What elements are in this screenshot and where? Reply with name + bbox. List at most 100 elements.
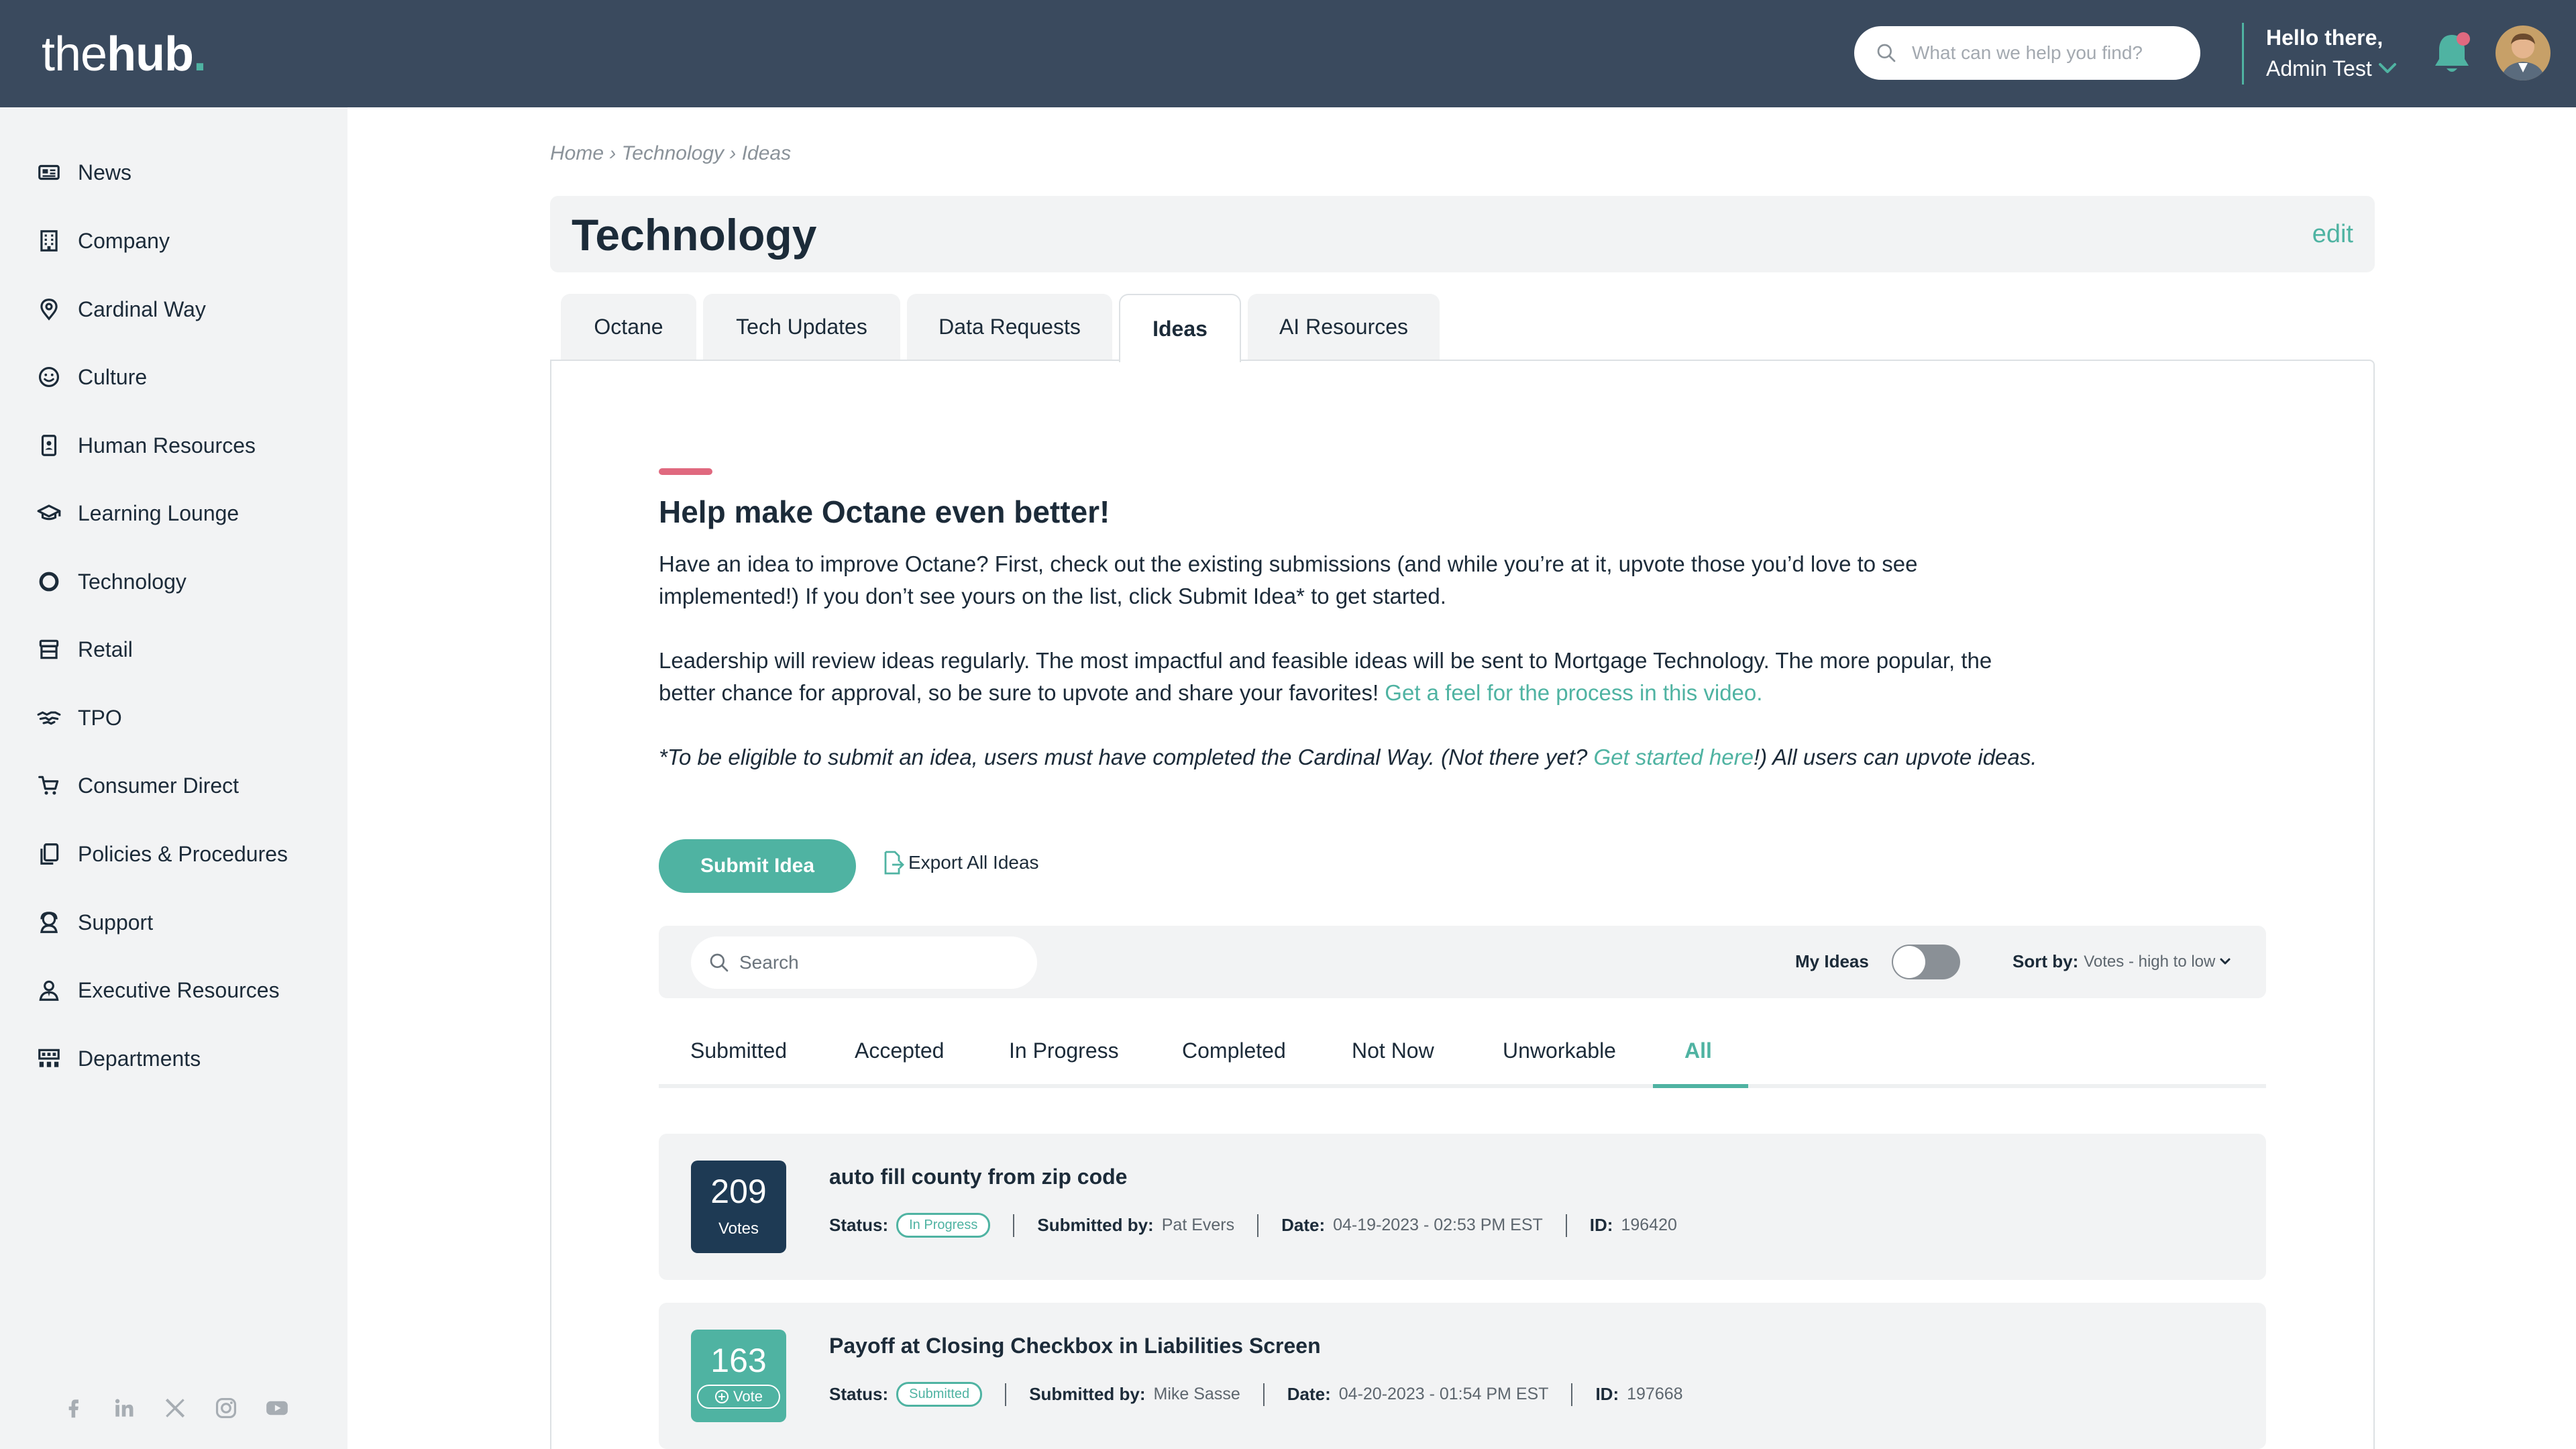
idea-meta: Status: Submitted Submitted by: Mike Sas… xyxy=(829,1382,1683,1407)
date-label: Date: xyxy=(1281,1215,1326,1235)
status-badge: Submitted xyxy=(896,1382,983,1407)
status-tab-submitted[interactable]: Submitted xyxy=(690,1038,787,1063)
linkedin-icon[interactable] xyxy=(111,1395,137,1421)
user-name: Admin Test xyxy=(2266,56,2372,80)
chevron-down-icon xyxy=(2378,63,2396,73)
sidebar-item-tpo[interactable]: TPO xyxy=(36,698,122,738)
id-label: ID: xyxy=(1589,1215,1613,1235)
status-label: Status: xyxy=(829,1384,889,1404)
user-greeting[interactable]: Hello there, Admin Test xyxy=(2266,23,2398,85)
ideas-search[interactable] xyxy=(691,936,1037,989)
sidebar-item-culture[interactable]: Culture xyxy=(36,357,147,397)
newspaper-icon xyxy=(38,164,60,180)
edit-link[interactable]: edit xyxy=(2312,220,2353,249)
tab-data-requests[interactable]: Data Requests xyxy=(907,294,1112,360)
idea-title[interactable]: Payoff at Closing Checkbox in Liabilitie… xyxy=(829,1334,1321,1358)
get-started-link[interactable]: Get started here xyxy=(1593,745,1753,769)
sidebar-item-retail[interactable]: Retail xyxy=(36,629,133,669)
id-label: ID: xyxy=(1595,1384,1619,1404)
support-agent-icon xyxy=(40,912,58,933)
meta-divider xyxy=(1005,1383,1007,1406)
ideas-search-input[interactable] xyxy=(739,952,1021,973)
toggle-knob xyxy=(1893,946,1925,978)
sidebar-item-news[interactable]: News xyxy=(36,152,131,193)
export-file-icon xyxy=(884,851,904,875)
vote-label: Vote xyxy=(733,1388,763,1405)
sidebar-item-technology[interactable]: Technology xyxy=(36,561,186,602)
intro-paragraph-1: Have an idea to improve Octane? First, c… xyxy=(659,551,1918,608)
vote-button[interactable]: 163 Vote xyxy=(691,1330,786,1422)
graduation-cap-icon xyxy=(37,504,61,521)
sort-dropdown[interactable]: Sort by: Votes - high to low xyxy=(2012,951,2231,972)
plus-circle-icon xyxy=(714,1390,729,1403)
meta-divider xyxy=(1565,1214,1567,1237)
sidebar-item-label: Technology xyxy=(78,569,186,594)
id-value: 196420 xyxy=(1621,1216,1677,1234)
meta-divider xyxy=(1013,1214,1015,1237)
export-all-ideas-link[interactable]: Export All Ideas xyxy=(883,851,1039,875)
social-links xyxy=(60,1395,290,1421)
sidebar-item-executive-resources[interactable]: Executive Resources xyxy=(36,970,280,1010)
search-icon xyxy=(1877,44,1896,62)
breadcrumb[interactable]: Home › Technology › Ideas xyxy=(550,142,791,165)
notifications-bell-icon[interactable] xyxy=(2430,30,2474,78)
status-tabs-baseline xyxy=(659,1084,2266,1088)
logo-text-the: the xyxy=(42,28,107,81)
top-header: thehub. Hello there, Admin Test xyxy=(0,0,2576,107)
user-avatar[interactable] xyxy=(2496,25,2551,80)
global-search[interactable] xyxy=(1854,26,2200,80)
status-tab-unworkable[interactable]: Unworkable xyxy=(1503,1038,1616,1063)
idea-title[interactable]: auto fill county from zip code xyxy=(829,1165,1127,1189)
sidebar-item-label: Learning Lounge xyxy=(78,500,239,525)
sidebar-item-policies-procedures[interactable]: Policies & Procedures xyxy=(36,834,288,874)
vote-pill[interactable]: Vote xyxy=(697,1385,780,1409)
sidebar-item-cardinal-way[interactable]: Cardinal Way xyxy=(36,289,206,329)
tab-ideas[interactable]: Ideas xyxy=(1119,294,1241,362)
id-badge-icon xyxy=(41,435,57,456)
sidebar-item-learning-lounge[interactable]: Learning Lounge xyxy=(36,493,239,533)
map-pin-icon xyxy=(40,299,58,321)
vote-count-button[interactable]: 209 Votes xyxy=(691,1161,786,1253)
filter-bar: My Ideas Sort by: Votes - high to low xyxy=(659,926,2266,998)
sidebar-item-label: Executive Resources xyxy=(78,977,280,1002)
vote-label: Votes xyxy=(718,1220,759,1238)
cart-icon xyxy=(38,775,59,795)
submitted-by-value: Pat Evers xyxy=(1161,1216,1235,1234)
process-video-link[interactable]: Get a feel for the process in this video… xyxy=(1385,680,1762,705)
sort-value: Votes - high to low xyxy=(2084,952,2216,971)
submit-idea-button[interactable]: Submit Idea xyxy=(659,839,856,893)
tab-ai-resources[interactable]: AI Resources xyxy=(1248,294,1440,360)
sidebar-item-company[interactable]: Company xyxy=(36,221,170,261)
status-tab-accepted[interactable]: Accepted xyxy=(855,1038,944,1063)
user-menu-toggle[interactable]: Admin Test xyxy=(2266,52,2398,85)
youtube-icon[interactable] xyxy=(264,1395,290,1421)
instagram-icon[interactable] xyxy=(213,1395,239,1421)
status-tab-all[interactable]: All xyxy=(1684,1038,1712,1063)
sidebar-item-label: TPO xyxy=(78,705,122,730)
facebook-icon[interactable] xyxy=(60,1395,86,1421)
logo-dot: . xyxy=(193,28,207,81)
submitted-by-label: Submitted by: xyxy=(1037,1215,1154,1235)
sidebar-item-consumer-direct[interactable]: Consumer Direct xyxy=(36,765,239,806)
global-search-input[interactable] xyxy=(1912,42,2180,64)
greeting-text: Hello there, xyxy=(2266,25,2383,50)
my-ideas-toggle[interactable] xyxy=(1892,945,1960,979)
grid-people-icon xyxy=(38,1049,60,1067)
sidebar-item-support[interactable]: Support xyxy=(36,902,153,943)
my-ideas-label: My Ideas xyxy=(1795,951,1869,971)
search-icon xyxy=(710,953,729,972)
sidebar-item-departments[interactable]: Departments xyxy=(36,1038,201,1079)
thehub-logo[interactable]: thehub. xyxy=(42,27,207,82)
tab-tech-updates[interactable]: Tech Updates xyxy=(703,294,900,360)
x-icon[interactable] xyxy=(162,1395,188,1421)
status-tab-in-progress[interactable]: In Progress xyxy=(1009,1038,1119,1063)
page-title-bar: Technology edit xyxy=(550,196,2375,272)
status-tab-not-now[interactable]: Not Now xyxy=(1352,1038,1434,1063)
tab-octane[interactable]: Octane xyxy=(561,294,696,360)
meta-divider xyxy=(1257,1214,1259,1237)
status-tab-completed[interactable]: Completed xyxy=(1182,1038,1286,1063)
sidebar-item-human-resources[interactable]: Human Resources xyxy=(36,425,256,466)
handshake-icon xyxy=(37,711,61,725)
active-tab-underline xyxy=(1653,1084,1748,1088)
id-value: 197668 xyxy=(1627,1385,1683,1403)
